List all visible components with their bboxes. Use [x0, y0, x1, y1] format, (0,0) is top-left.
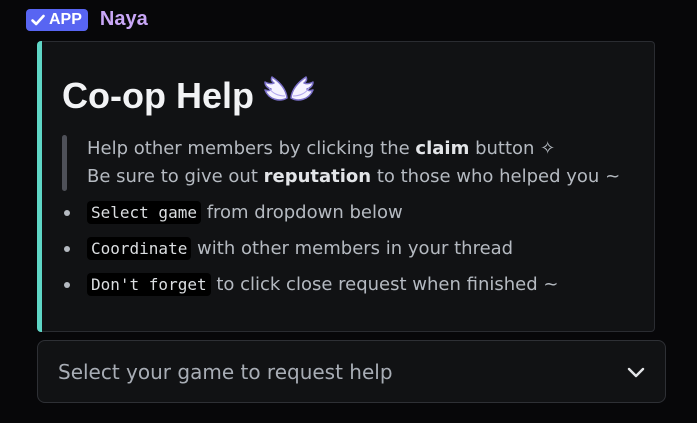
- quote-line-1-bold: claim: [415, 138, 470, 159]
- quote-line-2: Be sure to give out reputation to those …: [87, 163, 620, 191]
- bullet-dot: [64, 210, 70, 216]
- instruction-list: Select game from dropdown below Coordina…: [62, 197, 558, 305]
- message-header: APP Naya: [26, 8, 148, 31]
- app-badge: APP: [26, 8, 88, 31]
- bullet-dot: [64, 246, 70, 252]
- quote-line-1: Help other members by clicking the claim…: [87, 135, 620, 163]
- quote-bar: [62, 135, 67, 191]
- quote-line-1-text: Help other members by clicking the: [87, 138, 416, 159]
- list-item: Don't forget to click close request when…: [62, 269, 558, 305]
- chevron-down-icon[interactable]: [625, 361, 647, 383]
- game-select-dropdown[interactable]: Select your game to request help: [37, 340, 666, 403]
- app-badge-label: APP: [49, 10, 82, 28]
- embed-accent-bar: [37, 41, 42, 332]
- quote-line-2-end: to those who helped you ~: [371, 166, 621, 187]
- list-item-text: with other members in your thread: [191, 238, 514, 259]
- author-username[interactable]: Naya: [100, 8, 148, 31]
- inline-code: Select game: [87, 201, 201, 224]
- embed-title-text: Co-op Help: [62, 75, 254, 116]
- inline-code: Don't forget: [87, 273, 211, 296]
- list-item-text: to click close request when finished ~: [210, 274, 559, 295]
- quote-line-1-end: button ✧: [469, 138, 556, 159]
- list-item: Select game from dropdown below: [62, 197, 558, 233]
- list-item: Coordinate with other members in your th…: [62, 233, 558, 269]
- inline-code: Coordinate: [87, 237, 192, 260]
- embed-quote: Help other members by clicking the claim…: [62, 135, 620, 191]
- quote-line-2-text: Be sure to give out: [87, 166, 264, 187]
- bullet-dot: [64, 282, 70, 288]
- checkmark-icon: [31, 14, 45, 25]
- embed-title: Co-op Help: [62, 76, 316, 116]
- list-item-text: from dropdown below: [200, 202, 403, 223]
- help-embed: Co-op Help Help other members by clickin…: [37, 41, 655, 332]
- select-placeholder: Select your game to request help: [58, 359, 393, 384]
- angel-wings-icon: [262, 76, 316, 116]
- quote-line-2-bold: reputation: [263, 166, 372, 187]
